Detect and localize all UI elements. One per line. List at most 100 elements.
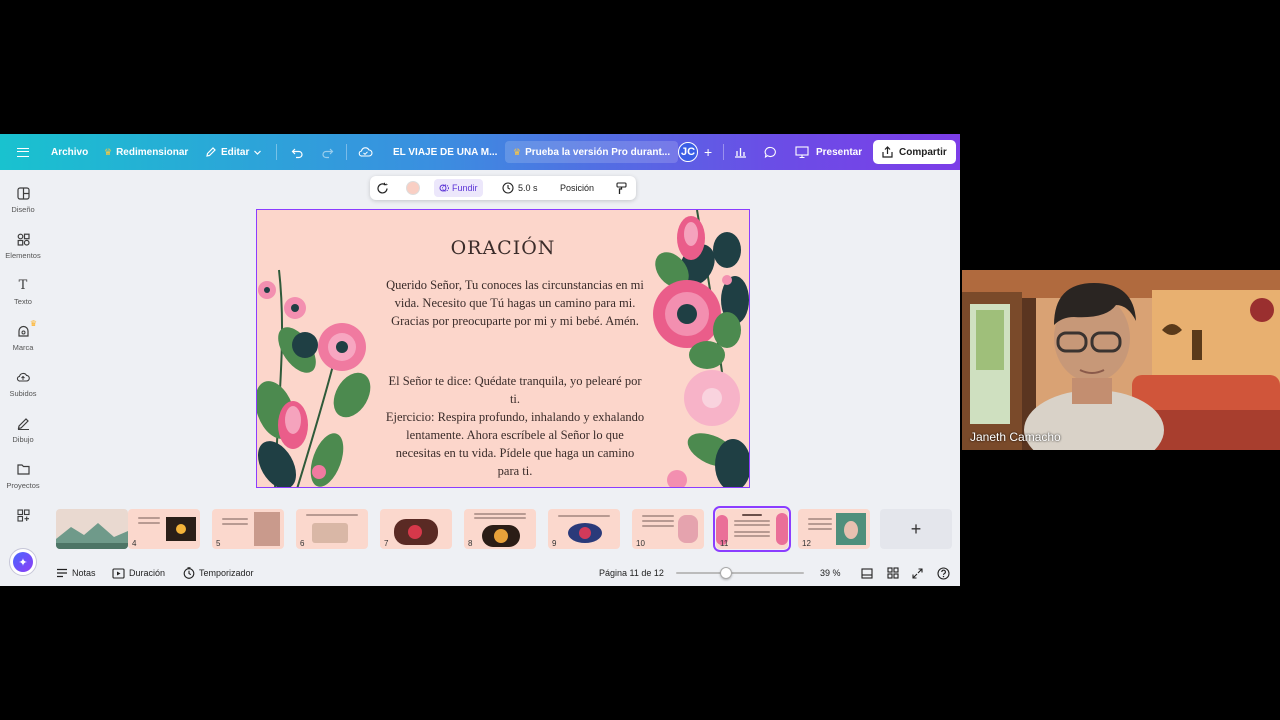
page-number: 5 [216, 539, 221, 548]
sparkle-icon: ✦ [13, 552, 33, 572]
editar-dropdown[interactable]: Editar [205, 134, 262, 170]
menu-button[interactable] [17, 134, 29, 170]
thumbnail-image [482, 525, 520, 547]
page-thumbnail[interactable]: 8 [464, 509, 536, 549]
cloud-save-button[interactable] [358, 134, 373, 170]
thumbnail-text [558, 515, 610, 517]
undo-icon [291, 148, 303, 158]
redo-button[interactable] [321, 134, 334, 170]
top-toolbar: Archivo ♛ Redimensionar Editar EL VIAJE … [0, 134, 960, 170]
duracion-button[interactable]: Duración [112, 562, 165, 584]
plus-icon: + [910, 518, 922, 539]
zoom-track [676, 567, 804, 579]
magic-assistant-button[interactable]: ✦ [9, 548, 37, 576]
posicion-button[interactable]: Posición [560, 176, 594, 200]
insights-button[interactable] [734, 134, 747, 170]
notes-icon [57, 568, 67, 578]
sidebar-item-subidos[interactable]: Subidos [0, 364, 46, 408]
page-thumbnail[interactable]: 5 [212, 509, 284, 549]
thumbnail-image [394, 519, 438, 545]
duration-label: 5.0 s [518, 183, 538, 193]
sidebar-item-label: Diseño [11, 205, 35, 214]
sidebar-item-apps[interactable] [0, 502, 46, 546]
sidebar-item-proyectos[interactable]: Proyectos [0, 456, 46, 500]
pages-view-button[interactable] [861, 562, 873, 584]
slide-canvas[interactable]: ORACIÓN Querido Señor, Tu conoces las ci… [256, 209, 750, 488]
thumbnail-text [808, 523, 832, 525]
sidebar-item-marca[interactable]: ♛ Marca [0, 318, 46, 362]
slide-title: ORACIÓN [450, 237, 556, 259]
temporizador-label: Temporizador [199, 568, 254, 578]
slide-verse-text: El Señor te dice: Quédate tranquila, yo … [388, 374, 642, 406]
sidebar-item-label: Marca [12, 343, 34, 352]
layout-icon [16, 186, 30, 200]
page-indicator-label: Página 11 de 12 [599, 568, 664, 578]
sidebar-item-label: Proyectos [6, 481, 40, 490]
page-thumbnail[interactable]: 6 [296, 509, 368, 549]
share-icon [882, 146, 893, 158]
sidebar-item-elementos[interactable]: Elementos [0, 226, 46, 270]
timing-button[interactable]: 5.0 s [502, 176, 538, 200]
sidebar-item-dibujo[interactable]: Dibujo [0, 410, 46, 454]
add-collaborator-button[interactable]: + [704, 134, 712, 170]
bar-chart-icon [735, 148, 746, 158]
paint-format-button[interactable] [616, 176, 627, 200]
apps-icon [16, 508, 30, 522]
page-thumbnail[interactable] [56, 509, 128, 549]
page-thumbnail[interactable]: 9 [548, 509, 620, 549]
sidebar-item-texto[interactable]: T Texto [0, 272, 46, 316]
comments-button[interactable] [764, 134, 777, 170]
document-title[interactable]: EL VIAJE DE UNA M... [393, 134, 497, 170]
archivo-menu[interactable]: Archivo [51, 134, 88, 170]
regenerate-button[interactable] [376, 176, 389, 200]
presentar-button[interactable]: Presentar [795, 134, 862, 170]
pro-trial-button[interactable]: ♛ Prueba la versión Pro durant... [505, 134, 679, 170]
thumbnail-art [56, 523, 128, 549]
fullscreen-button[interactable] [912, 562, 923, 584]
temporizador-button[interactable]: Temporizador [183, 562, 254, 584]
grid-view-button[interactable] [887, 562, 899, 584]
undo-button[interactable] [291, 134, 304, 170]
user-avatar[interactable]: JC [678, 134, 698, 170]
editar-label: Editar [221, 146, 250, 158]
transition-fundir-button[interactable]: Fundir [434, 176, 483, 200]
zoom-slider-handle[interactable] [719, 567, 732, 579]
page-number: 10 [636, 539, 645, 548]
sidebar-item-diseno[interactable]: Diseño [0, 180, 46, 224]
page-thumbnail[interactable]: 4 [128, 509, 200, 549]
page-thumbnail[interactable]: 10 [632, 509, 704, 549]
compartir-button[interactable]: Compartir [873, 134, 956, 170]
presentar-label: Presentar [816, 146, 863, 158]
thumbnail-image [836, 513, 866, 545]
thumbnail-image [254, 512, 280, 546]
zoom-level-button[interactable]: 39 % [820, 562, 841, 584]
notas-button[interactable]: Notas [56, 562, 96, 584]
page-number: 9 [552, 539, 557, 548]
paint-roller-icon [616, 181, 627, 194]
page-number: 8 [468, 539, 473, 548]
thumbnail-text [642, 515, 674, 517]
thumbnail-text [642, 520, 674, 522]
thumbnail-text [222, 523, 248, 525]
color-swatch [406, 181, 420, 195]
thumbnail-text [138, 517, 160, 519]
page-number: 11 [720, 539, 729, 548]
page-thumbnail[interactable]: 7 [380, 509, 452, 549]
brand-icon: ♛ [16, 319, 37, 338]
help-button[interactable] [937, 562, 950, 584]
transition-icon [439, 184, 449, 192]
page-indicator[interactable]: Página 11 de 12 [599, 562, 664, 584]
pro-trial-label: Prueba la versión Pro durant... [525, 146, 671, 158]
fundir-label: Fundir [452, 183, 478, 193]
canva-editor: Archivo ♛ Redimensionar Editar EL VIAJE … [0, 134, 960, 586]
pen-icon [16, 416, 30, 430]
page-thumbnail-selected[interactable]: 11 [713, 506, 791, 552]
crown-icon: ♛ [29, 319, 37, 328]
redimensionar-button[interactable]: ♛ Redimensionar [104, 134, 188, 170]
zoom-slider[interactable] [676, 562, 804, 584]
sidebar-item-label: Subidos [9, 389, 37, 398]
add-page-button[interactable]: + [880, 509, 952, 549]
background-color-button[interactable] [406, 176, 420, 200]
page-toolbar: Fundir 5.0 s Posición [370, 176, 636, 200]
page-thumbnail[interactable]: 12 [798, 509, 870, 549]
